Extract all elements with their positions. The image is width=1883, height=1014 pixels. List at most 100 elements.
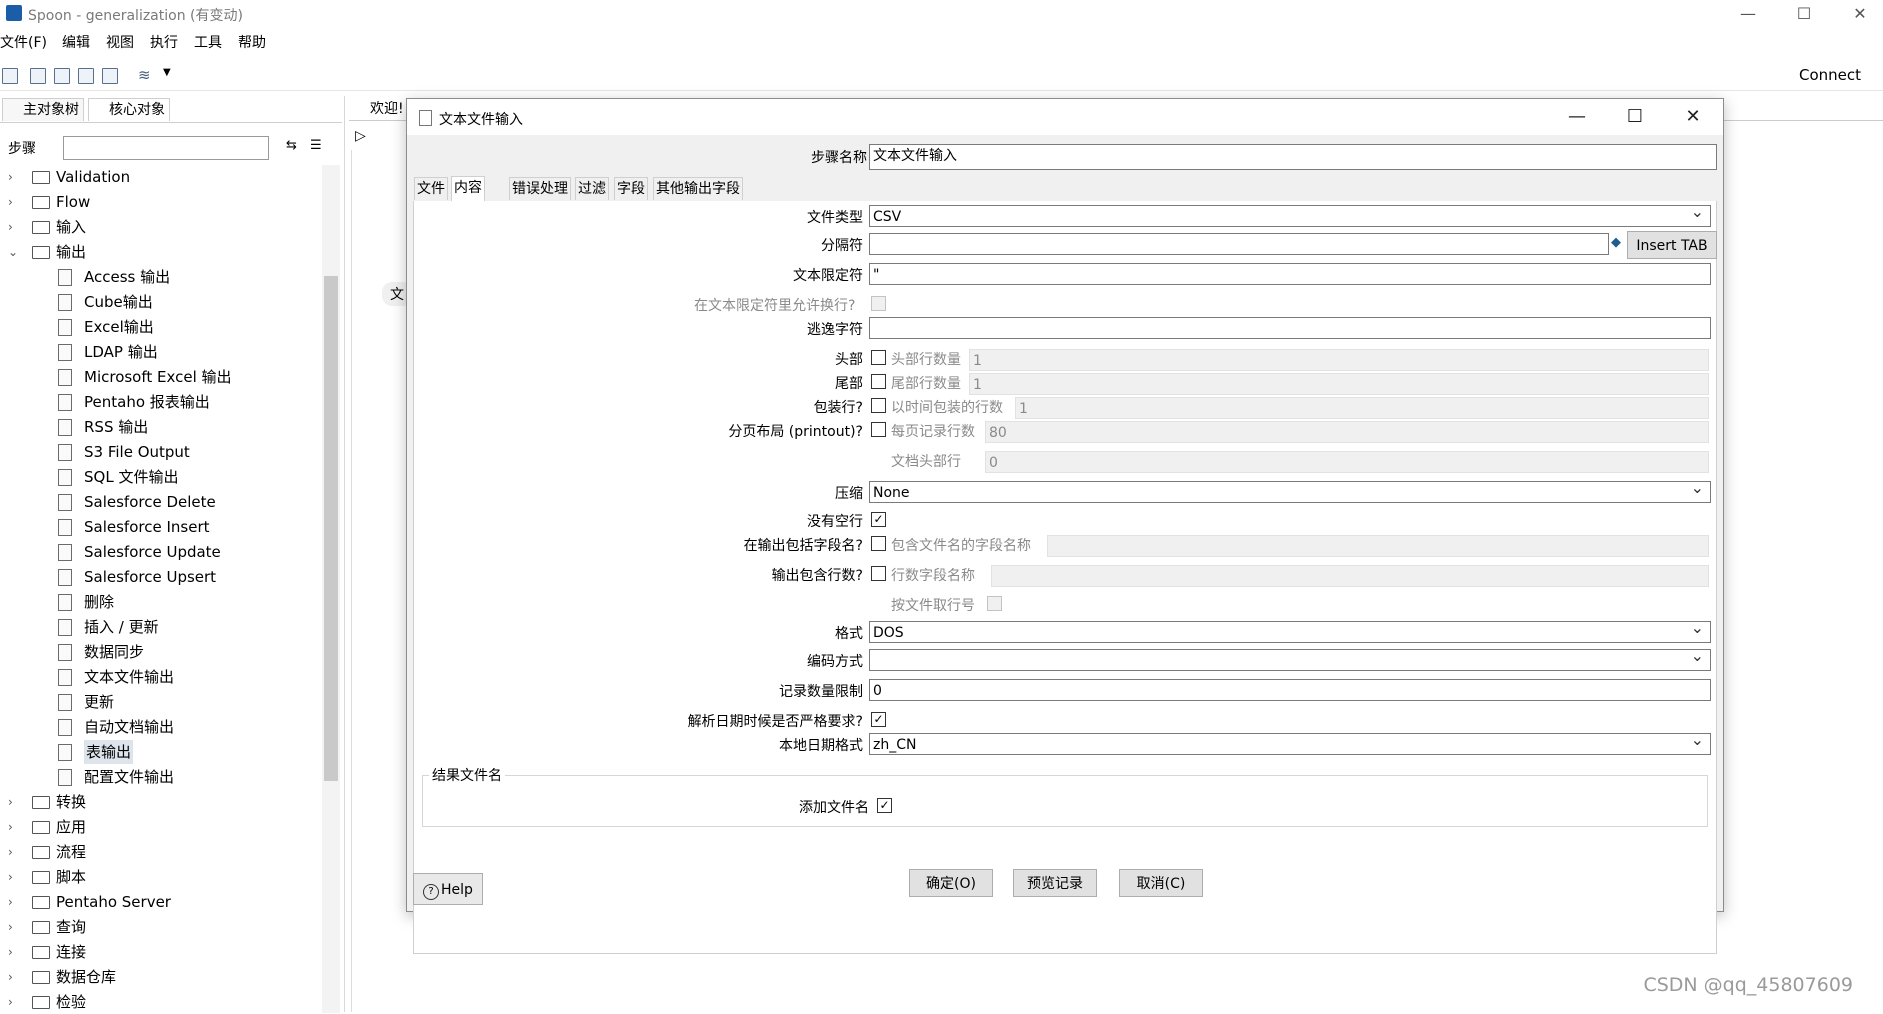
variable-icon[interactable]: ◆ (1611, 235, 1621, 250)
tree-category-item[interactable]: › 查询 (0, 915, 322, 939)
collapse-all-icon[interactable]: ☰ (310, 138, 322, 153)
menu-run[interactable]: 执行 (150, 32, 178, 52)
rownum-by-file-checkbox[interactable] (987, 596, 1002, 611)
tab-other-output-fields[interactable]: 其他输出字段 (653, 177, 743, 200)
ok-button[interactable]: 确定(O) (909, 869, 993, 897)
tree-step-item[interactable]: 删除 (0, 590, 322, 614)
chevron-right-icon[interactable]: › (8, 840, 13, 864)
tree-step-item[interactable]: 更新 (0, 690, 322, 714)
header-lines-input[interactable]: 1 (969, 349, 1709, 371)
compression-select[interactable]: None (869, 477, 1711, 503)
tree-category-item[interactable]: › Flow (0, 190, 322, 214)
enclosure-input[interactable]: " (869, 263, 1711, 285)
tree-step-item[interactable]: Salesforce Update (0, 540, 322, 564)
page-rows-input[interactable]: 80 (985, 421, 1709, 443)
tree-category-item[interactable]: › 检验 (0, 990, 322, 1014)
chevron-right-icon[interactable]: › (8, 165, 13, 189)
chevron-right-icon[interactable]: › (8, 790, 13, 814)
tree-category-item[interactable]: › 数据仓库 (0, 965, 322, 989)
wrapped-lines-input[interactable]: 1 (1015, 397, 1709, 419)
chevron-right-icon[interactable]: › (8, 865, 13, 889)
separator-input[interactable] (869, 233, 1609, 255)
dialog-maximize-icon[interactable]: ☐ (1615, 105, 1655, 129)
preview-button[interactable]: 预览记录 (1013, 869, 1097, 897)
tree-category-item[interactable]: › Pentaho Server (0, 890, 322, 914)
tab-core-objects[interactable]: 核心对象 (88, 98, 170, 121)
tree-step-item[interactable]: Salesforce Upsert (0, 565, 322, 589)
tree-step-item[interactable]: Access 输出 (0, 265, 322, 289)
tree-step-item[interactable]: 数据同步 (0, 640, 322, 664)
open-file-icon[interactable] (30, 68, 46, 84)
tab-error-handling[interactable]: 错误处理 (509, 177, 571, 200)
layers-icon[interactable]: ≋ (138, 66, 151, 84)
footer-lines-input[interactable]: 1 (969, 373, 1709, 395)
tree-step-item[interactable]: Salesforce Insert (0, 515, 322, 539)
tree-category-item[interactable]: › 转换 (0, 790, 322, 814)
dialog-minimize-icon[interactable]: — (1557, 105, 1597, 129)
tab-main-tree[interactable]: 主对象树 (2, 98, 84, 121)
close-icon[interactable]: ✕ (1837, 2, 1883, 26)
tree-step-item[interactable]: SQL 文件输出 (0, 465, 322, 489)
doc-header-input[interactable]: 0 (985, 451, 1709, 473)
run-icon[interactable]: ▷ (355, 128, 366, 144)
include-filename-checkbox[interactable] (871, 536, 886, 551)
format-select[interactable]: DOS (869, 617, 1711, 643)
menu-edit[interactable]: 编辑 (62, 32, 90, 52)
connect-button[interactable]: Connect (1799, 66, 1861, 84)
tree-step-item[interactable]: 文本文件输出 (0, 665, 322, 689)
cancel-button[interactable]: 取消(C) (1119, 869, 1203, 897)
chevron-right-icon[interactable]: › (8, 815, 13, 839)
menu-file[interactable]: 文件(F) (0, 32, 47, 52)
expand-all-icon[interactable]: ⇆ (286, 138, 297, 153)
add-filename-checkbox[interactable]: ✓ (877, 798, 892, 813)
tree-category-item[interactable]: › 连接 (0, 940, 322, 964)
tree-category-item[interactable]: › 应用 (0, 815, 322, 839)
tree-category-item[interactable]: ⌄ 输出 (0, 240, 322, 264)
tree-category-item[interactable]: › 脚本 (0, 865, 322, 889)
no-empty-lines-checkbox[interactable]: ✓ (871, 512, 886, 527)
tree-step-item[interactable]: 表输出 (0, 740, 322, 764)
insert-tab-button[interactable]: Insert TAB (1627, 231, 1717, 259)
minimize-icon[interactable]: — (1725, 2, 1771, 26)
explore-repository-icon[interactable] (54, 68, 70, 84)
tree-category-item[interactable]: › 输入 (0, 215, 322, 239)
rownum-checkbox[interactable] (871, 566, 886, 581)
footer-checkbox[interactable] (871, 374, 886, 389)
header-checkbox[interactable] (871, 350, 886, 365)
tree-step-item[interactable]: Microsoft Excel 输出 (0, 365, 322, 389)
tree-step-item[interactable]: Cube输出 (0, 290, 322, 314)
menu-view[interactable]: 视图 (106, 32, 134, 52)
tree-step-item[interactable]: Salesforce Delete (0, 490, 322, 514)
chevron-right-icon[interactable]: › (8, 215, 13, 239)
tree-category-item[interactable]: › 流程 (0, 840, 322, 864)
tree-scrollbar-thumb[interactable] (324, 276, 338, 781)
chevron-right-icon[interactable]: › (8, 990, 13, 1014)
tree-step-item[interactable]: 自动文档输出 (0, 715, 322, 739)
wrapped-checkbox[interactable] (871, 398, 886, 413)
tree-step-item[interactable]: LDAP 输出 (0, 340, 322, 364)
menu-tools[interactable]: 工具 (194, 32, 222, 52)
chevron-right-icon[interactable]: › (8, 940, 13, 964)
save-as-icon[interactable] (102, 68, 118, 84)
rownum-field-input[interactable] (991, 565, 1709, 587)
tab-welcome[interactable]: 欢迎! (350, 98, 404, 118)
steps-search-input[interactable] (63, 136, 269, 160)
row-limit-input[interactable]: 0 (869, 679, 1711, 701)
menu-help[interactable]: 帮助 (238, 32, 266, 52)
chevron-right-icon[interactable]: › (8, 190, 13, 214)
save-icon[interactable] (78, 68, 94, 84)
tree-step-item[interactable]: 插入 / 更新 (0, 615, 322, 639)
chevron-right-icon[interactable]: › (8, 890, 13, 914)
filename-field-input[interactable] (1047, 535, 1709, 557)
chevron-right-icon[interactable]: › (8, 965, 13, 989)
help-button[interactable]: ? Help (413, 873, 483, 905)
tree-step-item[interactable]: Pentaho 报表输出 (0, 390, 322, 414)
lenient-date-checkbox[interactable]: ✓ (871, 712, 886, 727)
allow-breaks-checkbox[interactable] (871, 296, 886, 311)
escape-input[interactable] (869, 317, 1711, 339)
maximize-icon[interactable]: ☐ (1781, 2, 1827, 26)
chevron-down-icon[interactable]: ▼ (163, 67, 171, 78)
file-type-select[interactable]: CSV (869, 201, 1711, 227)
tree-step-item[interactable]: 配置文件输出 (0, 765, 322, 789)
tree-step-item[interactable]: S3 File Output (0, 440, 322, 464)
